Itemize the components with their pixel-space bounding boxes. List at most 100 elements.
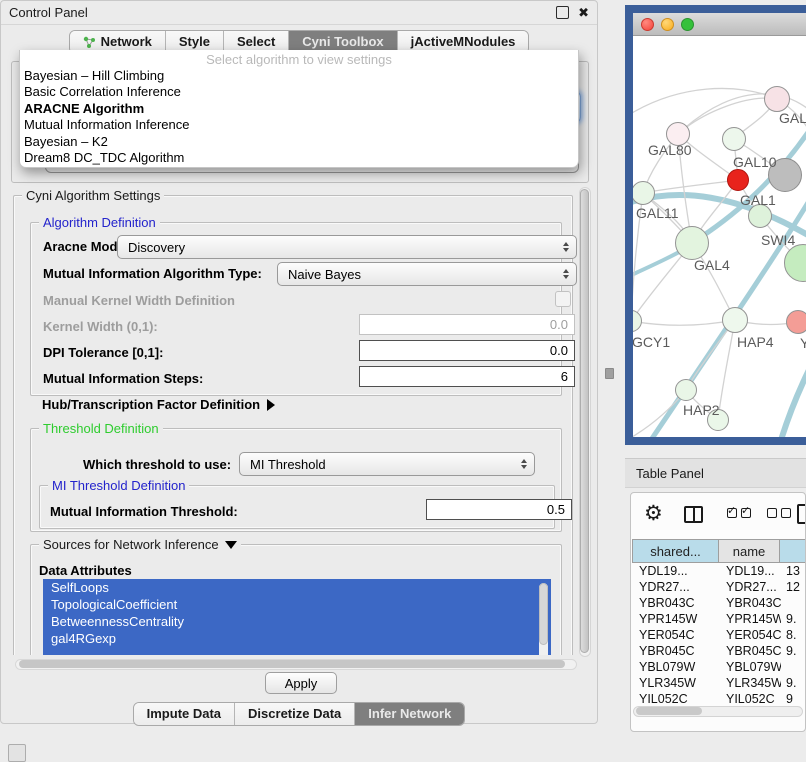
table-row[interactable]: YPR145W YPR145W 9. xyxy=(632,611,806,627)
stepper-icon xyxy=(521,459,527,469)
cell-value xyxy=(781,659,806,675)
cyni-algorithm-settings-group: Cyni Algorithm Settings Algorithm Defini… xyxy=(13,195,573,655)
manual-kernel-checkbox[interactable] xyxy=(555,291,571,307)
data-attribute-item[interactable]: SelfLoops xyxy=(43,579,551,596)
group-title: Cyni Algorithm Settings xyxy=(22,188,164,203)
scrollbar-thumb[interactable] xyxy=(580,189,589,653)
cell-name: YBL079W xyxy=(719,659,781,675)
data-attributes-label: Data Attributes xyxy=(39,563,132,578)
which-threshold-label: Which threshold to use: xyxy=(83,457,231,472)
node-label: Y xyxy=(800,335,806,351)
node-label: GAL80 xyxy=(648,142,692,158)
table-row[interactable]: YBL079W YBL079W xyxy=(632,659,806,675)
collapsed-panel-icon[interactable] xyxy=(8,744,26,762)
dropdown-item[interactable]: Dream8 DC_TDC Algorithm xyxy=(20,150,578,166)
tab-discretize-data[interactable]: Discretize Data xyxy=(234,703,354,725)
attributes-vertical-scrollbar[interactable] xyxy=(539,583,548,655)
tab-label: Discretize Data xyxy=(248,703,341,725)
column-header-partial[interactable] xyxy=(779,539,806,563)
data-attribute-item-partial[interactable] xyxy=(43,647,551,655)
node-label: GAL10 xyxy=(733,154,777,170)
network-window[interactable]: GAL GAL80 GAL10 GAL1 GAL11 SWI4 GAL4 GCY… xyxy=(633,13,806,437)
splitter-handle[interactable] xyxy=(605,368,614,379)
network-canvas[interactable]: GAL GAL80 GAL10 GAL1 GAL11 SWI4 GAL4 GCY… xyxy=(633,36,806,437)
panel-title: Control Panel xyxy=(9,5,88,20)
scrollbar-thumb[interactable] xyxy=(19,660,565,668)
column-header-name[interactable]: name xyxy=(718,539,780,563)
checked-checkboxes-icon[interactable] xyxy=(727,508,751,518)
collapsed-arrow-icon xyxy=(267,399,275,411)
table-row[interactable]: YDL19... YDL19... 13 xyxy=(632,563,806,579)
cell-shared-name: YIL052C xyxy=(632,691,719,703)
table-row[interactable]: YER054C YER054C 8. xyxy=(632,627,806,643)
page-icon[interactable] xyxy=(797,504,806,524)
table-row[interactable]: YIL052C YIL052C 9 xyxy=(632,691,806,703)
aracne-mode-combobox[interactable]: Discovery xyxy=(117,235,577,259)
float-window-icon[interactable] xyxy=(556,6,569,19)
table-row[interactable]: YBR043C YBR043C xyxy=(632,595,806,611)
data-attribute-item[interactable]: BetweennessCentrality xyxy=(43,613,551,630)
stepper-icon xyxy=(563,269,569,279)
mi-type-value: Naive Bayes xyxy=(288,267,361,282)
table-row[interactable]: YBR045C YBR045C 9. xyxy=(632,643,806,659)
hub-definition-expander[interactable]: Hub/Transcription Factor Definition xyxy=(42,397,275,412)
tab-impute-data[interactable]: Impute Data xyxy=(134,703,234,725)
minimize-traffic-light[interactable] xyxy=(661,18,674,31)
dpi-tolerance-field[interactable]: 0.0 xyxy=(359,340,575,361)
mi-threshold-definition-group: MI Threshold Definition Mutual Informati… xyxy=(39,485,555,529)
split-columns-icon[interactable] xyxy=(684,506,703,523)
node-circle[interactable] xyxy=(675,379,697,401)
tab-infer-network[interactable]: Infer Network xyxy=(354,703,464,725)
close-icon[interactable]: ✖ xyxy=(578,7,589,18)
kernel-width-field[interactable]: 0.0 xyxy=(359,314,575,335)
node-label: GCY1 xyxy=(633,334,670,350)
table-horizontal-scrollbar[interactable] xyxy=(633,706,803,717)
group-title: Threshold Definition xyxy=(39,421,163,436)
dropdown-item[interactable]: Bayesian – Hill Climbing xyxy=(20,68,578,84)
node-circle[interactable] xyxy=(722,307,748,333)
data-attribute-item[interactable]: TopologicalCoefficient xyxy=(43,596,551,613)
which-threshold-combobox[interactable]: MI Threshold xyxy=(239,452,535,476)
mi-type-label: Mutual Information Algorithm Type: xyxy=(43,266,262,281)
manual-kernel-label: Manual Kernel Width Definition xyxy=(43,293,235,308)
table-panel-window: ⚙ shared... name YDL19... YDL19... 13 YD… xyxy=(630,492,806,732)
close-traffic-light[interactable] xyxy=(641,18,654,31)
dropdown-item[interactable]: ARACNE Algorithm xyxy=(20,101,578,117)
settings-horizontal-scrollbar[interactable] xyxy=(15,659,577,670)
node-circle[interactable] xyxy=(675,226,709,260)
node-circle[interactable] xyxy=(764,86,790,112)
unchecked-checkboxes-icon[interactable] xyxy=(767,508,791,518)
zoom-traffic-light[interactable] xyxy=(681,18,694,31)
cell-shared-name: YBL079W xyxy=(632,659,719,675)
column-header-shared-name[interactable]: shared... xyxy=(632,539,719,563)
stepper-icon xyxy=(563,242,569,252)
table-row[interactable]: YLR345W YLR345W 9. xyxy=(632,675,806,691)
data-attribute-item[interactable]: gal4RGexp xyxy=(43,630,551,647)
cell-name: YBR045C xyxy=(719,643,781,659)
settings-vertical-scrollbar[interactable] xyxy=(579,187,591,657)
node-circle[interactable] xyxy=(727,169,749,191)
gear-icon[interactable]: ⚙ xyxy=(644,503,663,525)
mi-steps-field[interactable]: 6 xyxy=(359,366,575,387)
node-label: GAL4 xyxy=(694,257,730,273)
table-row[interactable]: YDR27... YDR27... 12 xyxy=(632,579,806,595)
scrollbar-thumb[interactable] xyxy=(636,707,702,715)
data-attributes-list[interactable]: SelfLoopsTopologicalCoefficientBetweenne… xyxy=(43,579,551,655)
mi-type-combobox[interactable]: Naive Bayes xyxy=(277,262,577,286)
apply-button[interactable]: Apply xyxy=(265,672,337,694)
dropdown-item[interactable]: Bayesian – K2 xyxy=(20,134,578,150)
network-window-titlebar[interactable] xyxy=(633,13,806,36)
node-circle[interactable] xyxy=(722,127,746,151)
group-title[interactable]: Sources for Network Inference xyxy=(39,537,241,552)
scrollbar-thumb[interactable] xyxy=(539,583,548,645)
dropdown-item[interactable]: Basic Correlation Inference xyxy=(20,84,578,100)
node-circle[interactable] xyxy=(786,310,806,334)
control-panel-titlebar: Control Panel ✖ xyxy=(1,1,597,25)
cell-shared-name: YDR27... xyxy=(632,579,719,595)
mi-threshold-field[interactable]: 0.5 xyxy=(426,499,572,520)
table-body: YDL19... YDL19... 13 YDR27... YDR27... 1… xyxy=(632,563,806,703)
dropdown-item[interactable]: Mutual Information Inference xyxy=(20,117,578,133)
sources-title: Sources for Network Inference xyxy=(43,537,219,552)
node-label: HAP2 xyxy=(683,402,720,418)
cell-value xyxy=(781,595,806,611)
